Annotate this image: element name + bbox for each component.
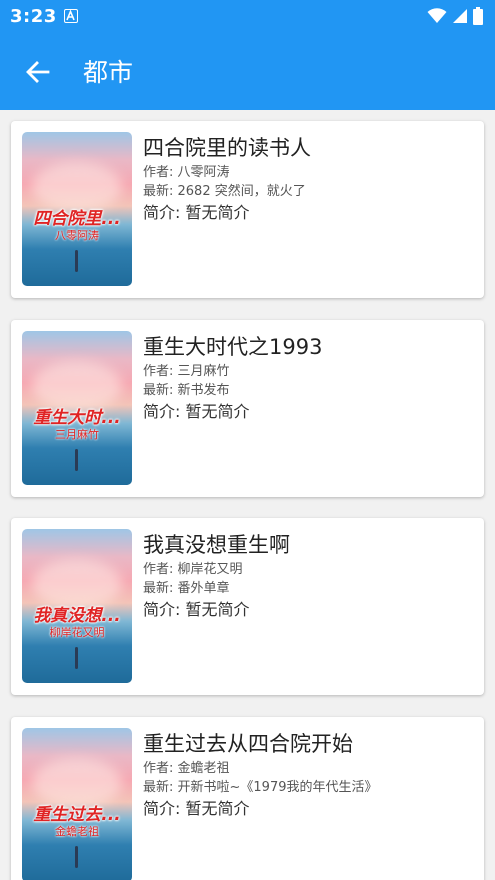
status-bar: 3:23 (0, 0, 495, 34)
book-card[interactable]: 我真没想... 柳岸花又明 我真没想重生啊 作者: 柳岸花又明 最新: 番外单章… (11, 518, 484, 695)
book-latest-chapter: 最新: 番外单章 (143, 581, 230, 596)
page-title: 都市 (83, 58, 134, 87)
book-card[interactable]: 四合院里... 八零阿涛 四合院里的读书人 作者: 八零阿涛 最新: 2682 … (11, 121, 484, 298)
book-intro: 简介: 暂无简介 (143, 402, 250, 421)
book-author: 作者: 八零阿涛 (143, 165, 230, 180)
app-bar: 都市 (0, 34, 495, 110)
status-time: 3:23 (10, 6, 57, 27)
book-author: 作者: 金蟾老祖 (143, 761, 230, 776)
cover-title: 重生过去... (33, 805, 121, 825)
book-author: 作者: 柳岸花又明 (143, 562, 243, 577)
book-card[interactable]: 重生过去... 金蟾老祖 重生过去从四合院开始 作者: 金蟾老祖 最新: 开新书… (11, 717, 484, 880)
wifi-icon (427, 8, 447, 28)
battery-icon (473, 7, 483, 29)
book-latest-chapter: 最新: 2682 突然间，就火了 (143, 184, 306, 199)
cover-author: 八零阿涛 (55, 229, 99, 242)
book-title: 重生过去从四合院开始 (143, 732, 353, 756)
notification-a-icon (64, 9, 78, 23)
book-cover: 四合院里... 八零阿涛 (22, 132, 132, 286)
book-cover: 重生过去... 金蟾老祖 (22, 728, 132, 880)
book-latest-chapter: 最新: 新书发布 (143, 383, 230, 398)
cover-author: 柳岸花又明 (49, 626, 105, 639)
book-intro: 简介: 暂无简介 (143, 799, 250, 818)
cover-author: 金蟾老祖 (55, 825, 99, 838)
book-cover: 重生大时... 三月麻竹 (22, 331, 132, 485)
back-arrow-icon[interactable] (22, 56, 54, 88)
cover-title: 我真没想... (33, 606, 121, 626)
book-title: 重生大时代之1993 (143, 335, 323, 359)
book-intro: 简介: 暂无简介 (143, 600, 250, 619)
cover-title: 重生大时... (33, 408, 121, 428)
book-cover: 我真没想... 柳岸花又明 (22, 529, 132, 683)
cover-author: 三月麻竹 (55, 428, 99, 441)
book-card[interactable]: 重生大时... 三月麻竹 重生大时代之1993 作者: 三月麻竹 最新: 新书发… (11, 320, 484, 497)
book-latest-chapter: 最新: 开新书啦~《1979我的年代生活》 (143, 780, 378, 795)
signal-icon (452, 8, 468, 28)
cover-title: 四合院里... (33, 209, 121, 229)
book-title: 四合院里的读书人 (143, 136, 311, 160)
book-title: 我真没想重生啊 (143, 533, 290, 557)
book-author: 作者: 三月麻竹 (143, 364, 230, 379)
book-intro: 简介: 暂无简介 (143, 203, 250, 222)
